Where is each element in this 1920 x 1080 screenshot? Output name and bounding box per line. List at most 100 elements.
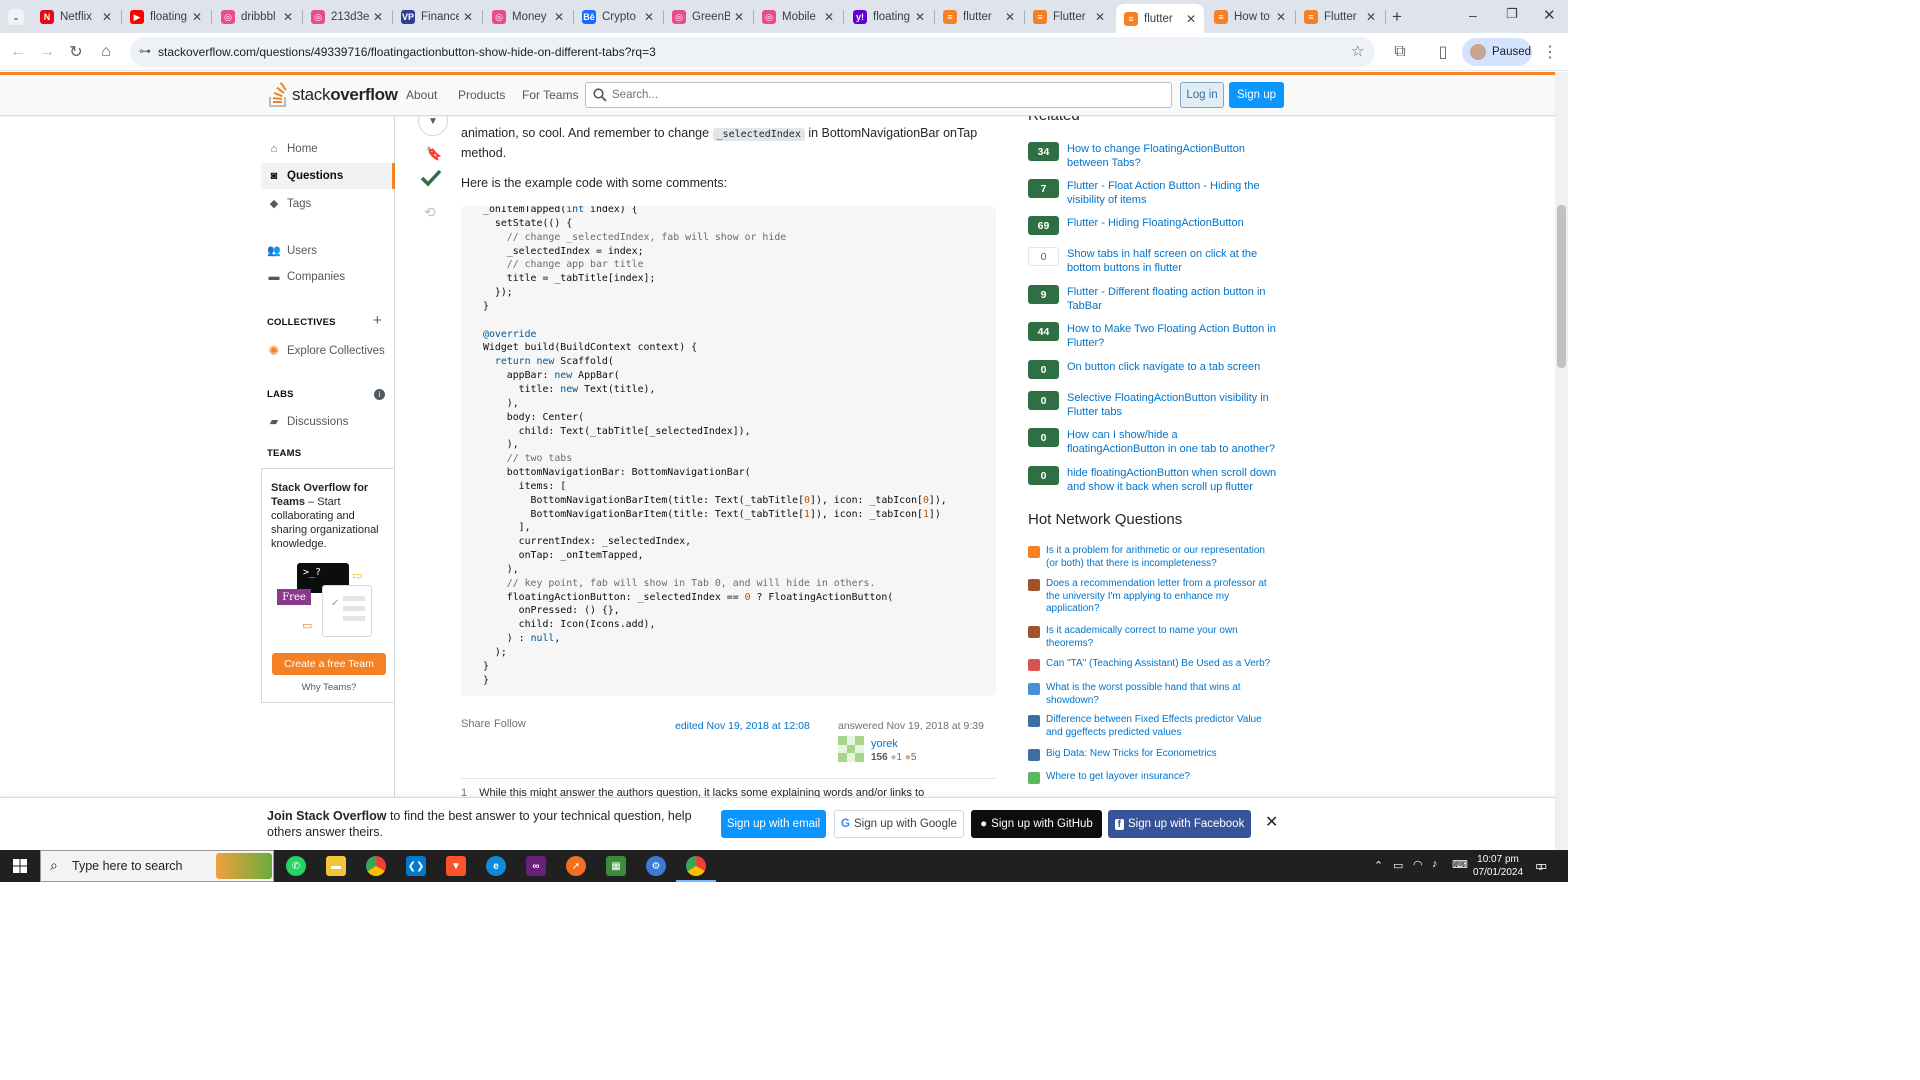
extensions-icon[interactable]: ⧉ [1389, 41, 1411, 63]
share-link[interactable]: Share [461, 718, 490, 730]
related-title-link[interactable]: How can I show/hide a floatingActionButt… [1067, 428, 1278, 456]
bookmark-icon[interactable]: 🔖 [426, 146, 442, 162]
browser-tab[interactable]: ≡ Flutter ✕ [1296, 4, 1384, 30]
browser-tab[interactable]: ≡ Flutter ✕ [1025, 4, 1113, 30]
tab-close-icon[interactable]: ✕ [373, 10, 383, 24]
tab-close-icon[interactable]: ✕ [644, 10, 654, 24]
reload-icon[interactable]: ↻ [65, 41, 87, 63]
related-question[interactable]: 9 Flutter - Different floating action but… [1028, 285, 1278, 313]
edge-icon[interactable]: e [486, 856, 506, 876]
search-input[interactable]: Search... [585, 82, 1172, 108]
sidebar-item-questions[interactable]: ◙ Questions [261, 163, 395, 189]
taskbar-search-input[interactable]: ⌕ Type here to search [40, 850, 274, 882]
sidebar-item-explore-collectives[interactable]: ✺ Explore Collectives [267, 343, 385, 359]
sidebar-item-discussions[interactable]: ▰ Discussions [267, 415, 349, 429]
hnq-item[interactable]: Is it a problem for arithmetic or our re… [1028, 545, 1278, 570]
browser-tab[interactable]: ▶ floating ✕ [122, 4, 210, 30]
hnq-item[interactable]: What is the worst possible hand that win… [1028, 682, 1278, 707]
back-icon[interactable]: ← [7, 41, 29, 63]
site-info-icon[interactable]: ⊶ [139, 44, 151, 58]
follow-link[interactable]: Follow [494, 718, 526, 730]
tab-close-icon[interactable]: ✕ [1276, 10, 1286, 24]
taskbar-clock[interactable]: 10:07 pm 07/01/2024 [1469, 853, 1527, 879]
tab-close-icon[interactable]: ✕ [1366, 10, 1376, 24]
signup-facebook-button[interactable]: f Sign up with Facebook [1108, 810, 1251, 838]
browser-tab[interactable]: ◎ Money ✕ [484, 4, 572, 30]
tab-search-icon[interactable]: ⌄ [8, 9, 24, 25]
tab-close-icon[interactable]: ✕ [102, 10, 112, 24]
browser-tab[interactable]: ◎ GreenB ✕ [664, 4, 752, 30]
sidebar-item-home[interactable]: ⌂ Home [267, 143, 318, 155]
browser-tab[interactable]: VP Finance ✕ [393, 4, 481, 30]
related-question[interactable]: 0 Selective FloatingActionButton visibili… [1028, 391, 1278, 419]
browser-menu-icon[interactable]: ⋮ [1539, 41, 1561, 63]
tab-close-icon[interactable]: ✕ [915, 10, 925, 24]
hnq-item[interactable]: Can "TA" (Teaching Assistant) Be Used as… [1028, 658, 1278, 671]
minimize-icon[interactable]: – [1469, 7, 1477, 23]
tab-close-icon[interactable]: ✕ [1005, 10, 1015, 24]
related-title-link[interactable]: hide floatingActionButton when scroll do… [1067, 466, 1278, 494]
tray-chevron-icon[interactable]: ⌃ [1374, 859, 1383, 872]
downvote-button[interactable]: ▼ [418, 116, 448, 136]
profile-button[interactable]: Paused [1462, 38, 1532, 66]
related-question[interactable]: 0 Show tabs in half screen on click at th… [1028, 247, 1278, 275]
hnq-title-link[interactable]: Difference between Fixed Effects predict… [1046, 714, 1278, 739]
browser-tab[interactable]: ≡ flutter ✕ [1116, 4, 1204, 33]
related-title-link[interactable]: Show tabs in half screen on click at the… [1067, 247, 1278, 275]
browser-tab[interactable]: ≡ flutter ✕ [935, 4, 1023, 30]
hnq-title-link[interactable]: What is the worst possible hand that win… [1046, 682, 1278, 707]
hnq-item[interactable]: Does a recommendation letter from a prof… [1028, 578, 1278, 616]
tab-close-icon[interactable]: ✕ [824, 10, 834, 24]
restore-icon[interactable]: ❐ [1506, 6, 1518, 22]
app-icon[interactable]: ▦ [606, 856, 626, 876]
user-name-link[interactable]: yorek [871, 738, 898, 750]
sidebar-item-tags[interactable]: ◆ Tags [267, 197, 312, 211]
info-icon[interactable]: i [374, 389, 385, 400]
signup-button[interactable]: Sign up [1229, 82, 1284, 108]
sidebar-item-companies[interactable]: ▬ Companies [267, 271, 346, 283]
file-explorer-icon[interactable]: ▬ [326, 856, 346, 876]
close-banner-icon[interactable]: ✕ [1265, 812, 1278, 832]
tab-close-icon[interactable]: ✕ [1186, 12, 1196, 26]
tab-close-icon[interactable]: ✕ [192, 10, 202, 24]
related-question[interactable]: 0 How can I show/hide a floatingActionBut… [1028, 428, 1278, 456]
notifications-icon[interactable]: ▭3 [1535, 858, 1547, 874]
related-title-link[interactable]: Selective FloatingActionButton visibilit… [1067, 391, 1278, 419]
hnq-title-link[interactable]: Can "TA" (Teaching Assistant) Be Used as… [1046, 658, 1270, 671]
windows-start-icon[interactable] [13, 859, 27, 873]
so-logo[interactable]: stackoverflow [268, 82, 398, 108]
side-panel-icon[interactable]: ▯ [1432, 41, 1454, 63]
brave-icon[interactable]: ▼ [446, 856, 466, 876]
related-question[interactable]: 69 Flutter - Hiding FloatingActionButton [1028, 216, 1278, 235]
related-title-link[interactable]: Flutter - Hiding FloatingActionButton [1067, 216, 1244, 235]
history-icon[interactable]: ⟲ [424, 204, 436, 221]
related-title-link[interactable]: Flutter - Float Action Button - Hiding t… [1067, 179, 1278, 207]
tab-close-icon[interactable]: ✕ [734, 10, 744, 24]
related-question[interactable]: 0 On button click navigate to a tab scree… [1028, 360, 1278, 379]
hnq-title-link[interactable]: Does a recommendation letter from a prof… [1046, 578, 1278, 616]
related-title-link[interactable]: How to Make Two Floating Action Button i… [1067, 322, 1278, 350]
forward-icon[interactable]: → [36, 41, 58, 63]
tab-close-icon[interactable]: ✕ [554, 10, 564, 24]
login-button[interactable]: Log in [1180, 82, 1224, 108]
related-title-link[interactable]: How to change FloatingActionButton betwe… [1067, 142, 1278, 170]
hnq-item[interactable]: Is it academically correct to name your … [1028, 625, 1278, 650]
hnq-item[interactable]: Difference between Fixed Effects predict… [1028, 714, 1278, 739]
android-studio-icon[interactable]: ⚙ [646, 856, 666, 876]
browser-tab[interactable]: Bē Crypto ✕ [574, 4, 662, 30]
chrome-icon[interactable] [366, 856, 386, 876]
related-question[interactable]: 7 Flutter - Float Action Button - Hiding … [1028, 179, 1278, 207]
chrome-active-icon[interactable] [686, 856, 706, 876]
related-title-link[interactable]: Flutter - Different floating action butt… [1067, 285, 1278, 313]
language-icon[interactable]: ⌨ [1452, 858, 1468, 871]
edited-link[interactable]: edited Nov 19, 2018 at 12:08 [675, 720, 810, 732]
volume-icon[interactable]: ♪ [1432, 858, 1438, 870]
hnq-item[interactable]: Where to get layover insurance? [1028, 771, 1278, 784]
user-avatar[interactable] [838, 736, 864, 762]
hnq-title-link[interactable]: Big Data: New Tricks for Econometrics [1046, 748, 1217, 761]
address-bar[interactable]: ⊶ stackoverflow.com/questions/49339716/f… [130, 37, 1375, 67]
browser-tab[interactable]: ◎ Mobile ✕ [754, 4, 842, 30]
bookmark-star-icon[interactable]: ☆ [1351, 42, 1364, 60]
related-title-link[interactable]: On button click navigate to a tab screen [1067, 360, 1260, 379]
nav-about[interactable]: About [406, 88, 437, 102]
